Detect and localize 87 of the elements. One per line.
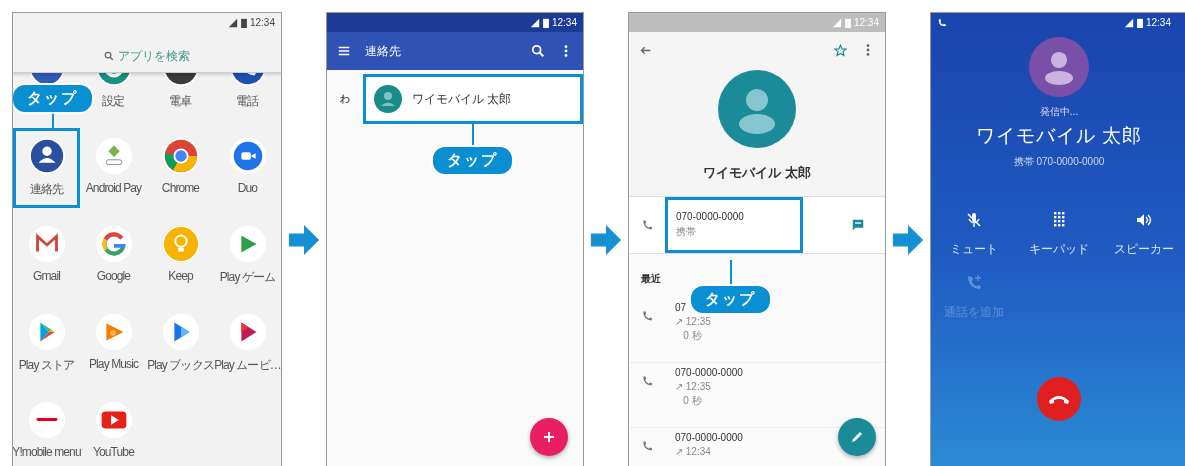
app-button[interactable]: Play ムービ… bbox=[214, 304, 281, 384]
phone-number: 070-0000-0000 bbox=[675, 367, 743, 379]
caller-name: ワイモバイル 太郎 bbox=[975, 124, 1143, 148]
battery-icon bbox=[844, 17, 851, 28]
phone-number-entry[interactable]: 070-0000-0000 携帯 bbox=[665, 197, 803, 253]
leader-line bbox=[471, 121, 474, 145]
hang-up-icon bbox=[1048, 393, 1070, 405]
plus-icon bbox=[541, 429, 557, 445]
signal-icon bbox=[831, 17, 842, 28]
call-duration: 0 秒 bbox=[682, 395, 703, 407]
app-button[interactable]: Play ストア bbox=[13, 304, 80, 384]
battery-icon bbox=[240, 17, 247, 28]
call-time: ↗ 12:35 bbox=[675, 381, 712, 393]
play-icon bbox=[228, 225, 267, 263]
app-button[interactable]: Chrome bbox=[147, 128, 214, 208]
lightbulb-icon bbox=[161, 225, 200, 263]
app-button[interactable]: YouTube bbox=[80, 392, 147, 466]
play-icon bbox=[94, 401, 133, 439]
index-letter: わ bbox=[339, 92, 351, 106]
leader-line bbox=[729, 260, 732, 284]
app-button[interactable]: Google bbox=[80, 216, 147, 296]
edit-button[interactable] bbox=[838, 418, 876, 456]
search-icon[interactable] bbox=[104, 51, 114, 61]
phone-number: 070-0000-0000 bbox=[676, 211, 744, 222]
status-time: 12:34 bbox=[1145, 17, 1171, 28]
add-button[interactable] bbox=[530, 418, 568, 456]
caller-number: 携帯 070-0000-0000 bbox=[1013, 155, 1105, 169]
search-icon[interactable] bbox=[531, 44, 545, 58]
app-button[interactable]: Play ブックス bbox=[147, 304, 214, 384]
leader-line bbox=[51, 114, 54, 130]
tap-tooltip: タップ bbox=[431, 145, 514, 176]
video-camera-icon bbox=[228, 137, 267, 175]
avatar-icon bbox=[374, 85, 402, 113]
call-status: 発信中... bbox=[1039, 105, 1079, 119]
pencil-icon bbox=[849, 429, 865, 445]
app-button[interactable]: Duo bbox=[214, 128, 281, 208]
ring-icon bbox=[94, 225, 133, 263]
phone-number: 070-0000-0000 bbox=[675, 432, 743, 444]
tricolor-circle-icon bbox=[161, 137, 200, 175]
arrow-icon bbox=[589, 223, 623, 257]
signal-icon bbox=[1123, 17, 1134, 28]
tap-tooltip: タップ bbox=[13, 83, 94, 114]
signal-icon bbox=[227, 17, 238, 28]
app-button[interactable]: 電卓 bbox=[147, 73, 214, 120]
logo-icon bbox=[27, 401, 66, 439]
tap-tooltip: タップ bbox=[689, 284, 772, 315]
toolbar-title: 連絡先 bbox=[365, 42, 402, 60]
contact-row[interactable]: ワイモバイル 太郎 bbox=[363, 74, 583, 124]
avatar-icon bbox=[1029, 37, 1089, 97]
status-time: 12:34 bbox=[853, 17, 879, 28]
battery-icon bbox=[542, 17, 549, 28]
app-button[interactable]: Play Music bbox=[80, 304, 147, 384]
app-button[interactable]: 連絡先 bbox=[13, 128, 80, 208]
menu-icon[interactable] bbox=[337, 44, 351, 58]
app-button[interactable]: Android Pay bbox=[80, 128, 147, 208]
call-control-button[interactable]: ミュート bbox=[931, 211, 1017, 258]
app-button[interactable]: Keep bbox=[147, 216, 214, 296]
play-icon bbox=[161, 313, 200, 351]
app-button[interactable]: 電話 bbox=[214, 73, 281, 120]
call-duration: 0 秒 bbox=[682, 330, 703, 342]
call-control-button[interactable]: スピーカー bbox=[1101, 211, 1185, 258]
arrow-icon bbox=[891, 223, 925, 257]
battery-icon bbox=[1136, 17, 1143, 28]
end-call-button[interactable] bbox=[1037, 377, 1081, 421]
app-button[interactable]: Y!mobile menu bbox=[13, 392, 80, 466]
contact-name: ワイモバイル 太郎 bbox=[703, 164, 811, 182]
app-button[interactable]: Gmail bbox=[13, 216, 80, 296]
signal-icon bbox=[529, 17, 540, 28]
envelope-icon bbox=[27, 225, 66, 263]
avatar-icon bbox=[718, 70, 796, 148]
phone-type: 携帯 bbox=[676, 225, 696, 239]
app-button[interactable]: Play ゲーム bbox=[214, 216, 281, 296]
phone-number: 07 bbox=[675, 302, 688, 314]
call-control-button[interactable]: キーパッド bbox=[1016, 211, 1102, 258]
play-icon bbox=[94, 313, 133, 351]
play-icon bbox=[27, 313, 66, 351]
play-icon bbox=[228, 313, 267, 351]
call-icon bbox=[937, 17, 947, 28]
call-time: ↗ 12:35 bbox=[675, 316, 711, 328]
star-icon[interactable] bbox=[834, 43, 847, 57]
status-time: 12:34 bbox=[551, 17, 577, 28]
muted-microphone-icon bbox=[964, 211, 983, 229]
arrow-icon bbox=[287, 223, 321, 257]
call-time: ↗ 12:34 bbox=[675, 446, 712, 458]
status-time: 12:34 bbox=[249, 17, 275, 28]
section-label: 最近 bbox=[641, 272, 661, 286]
message-icon[interactable] bbox=[851, 218, 865, 232]
